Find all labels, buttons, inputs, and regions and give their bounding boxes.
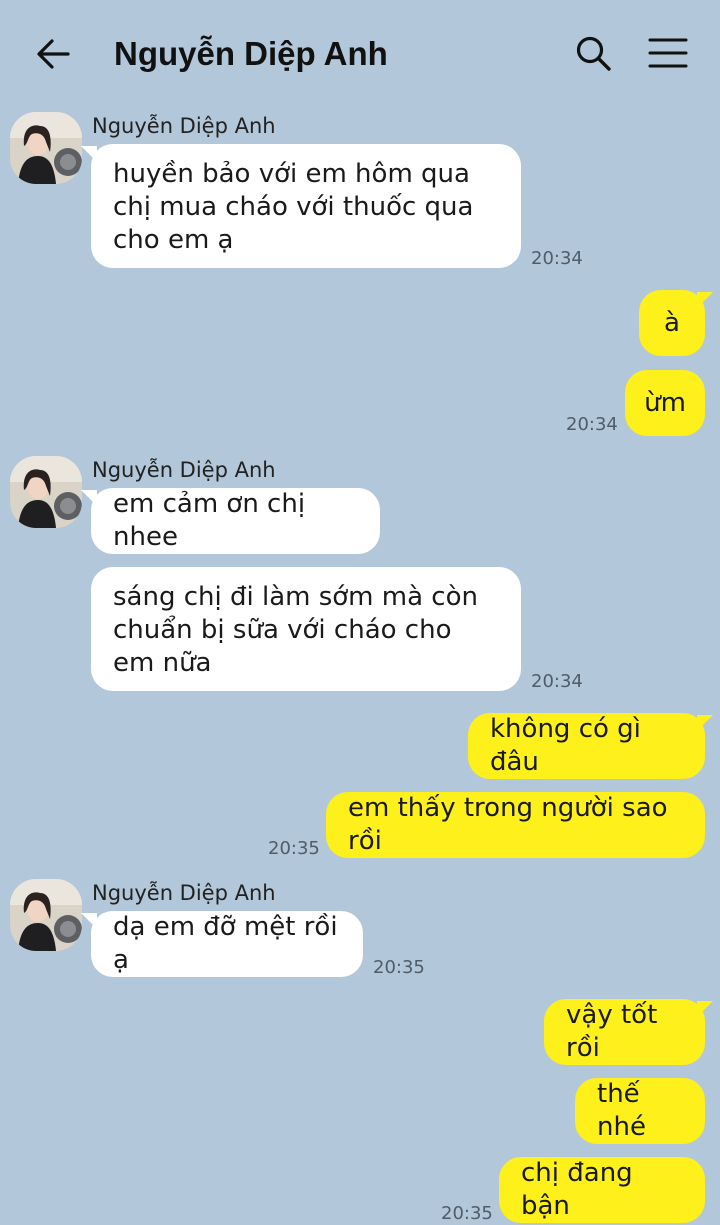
- message-text: em thấy trong người sao rồi: [348, 793, 668, 856]
- arrow-left-icon: [37, 39, 70, 69]
- message-text: à: [664, 307, 680, 338]
- message-timestamp: 20:34: [531, 671, 583, 692]
- message-text: chị đang bận: [521, 1158, 633, 1221]
- message-timestamp: 20:35: [268, 838, 320, 859]
- message-timestamp: 20:34: [566, 414, 618, 435]
- message-text: không có gì đâu: [490, 714, 641, 777]
- profile-photo-icon: [10, 456, 82, 528]
- profile-photo-icon: [10, 112, 82, 184]
- message-bubble-outgoing[interactable]: chị đang bận: [499, 1157, 705, 1223]
- search-button[interactable]: [574, 34, 614, 74]
- chat-header: Nguyễn Diệp Anh: [0, 0, 720, 104]
- message-bubble-incoming[interactable]: dạ em đỡ mệt rồi ạ: [81, 911, 363, 977]
- message-bubble-incoming[interactable]: huyền bảo với em hôm qua chị mua cháo vớ…: [81, 144, 521, 268]
- avatar[interactable]: [10, 879, 82, 951]
- chat-title: Nguyễn Diệp Anh: [114, 35, 388, 72]
- message-text: sáng chị đi làm sớm mà còn chuẩn bị sữa …: [113, 582, 478, 678]
- menu-button[interactable]: [648, 34, 688, 74]
- message-text: ừm: [644, 387, 686, 418]
- message-text: vậy tốt rồi: [566, 1000, 658, 1063]
- message-text: em cảm ơn chị nhee: [113, 489, 306, 552]
- message-bubble-incoming[interactable]: em cảm ơn chị nhee: [81, 488, 380, 554]
- message-bubble-outgoing[interactable]: không có gì đâu: [468, 713, 713, 779]
- message-text: dạ em đỡ mệt rồi ạ: [113, 912, 338, 975]
- avatar[interactable]: [10, 456, 82, 528]
- message-bubble-incoming[interactable]: sáng chị đi làm sớm mà còn chuẩn bị sữa …: [91, 567, 521, 691]
- message-bubble-outgoing[interactable]: ừm: [625, 370, 705, 436]
- sender-name: Nguyễn Diệp Anh: [92, 881, 276, 905]
- message-timestamp: 20:34: [531, 248, 583, 269]
- hamburger-menu-icon: [648, 38, 688, 68]
- message-bubble-outgoing[interactable]: thế nhé: [575, 1078, 705, 1144]
- message-text: thế nhé: [597, 1079, 646, 1142]
- message-bubble-outgoing[interactable]: em thấy trong người sao rồi: [326, 792, 705, 858]
- search-icon: [576, 36, 611, 71]
- sender-name: Nguyễn Diệp Anh: [92, 458, 276, 482]
- message-bubble-outgoing[interactable]: vậy tốt rồi: [544, 999, 713, 1065]
- profile-photo-icon: [10, 879, 82, 951]
- message-bubble-outgoing[interactable]: à: [639, 290, 713, 356]
- back-button[interactable]: [34, 34, 74, 74]
- message-timestamp: 20:35: [441, 1203, 493, 1224]
- sender-name: Nguyễn Diệp Anh: [92, 114, 276, 138]
- avatar[interactable]: [10, 112, 82, 184]
- message-timestamp: 20:35: [373, 957, 425, 978]
- message-text: huyền bảo với em hôm qua chị mua cháo vớ…: [113, 159, 474, 255]
